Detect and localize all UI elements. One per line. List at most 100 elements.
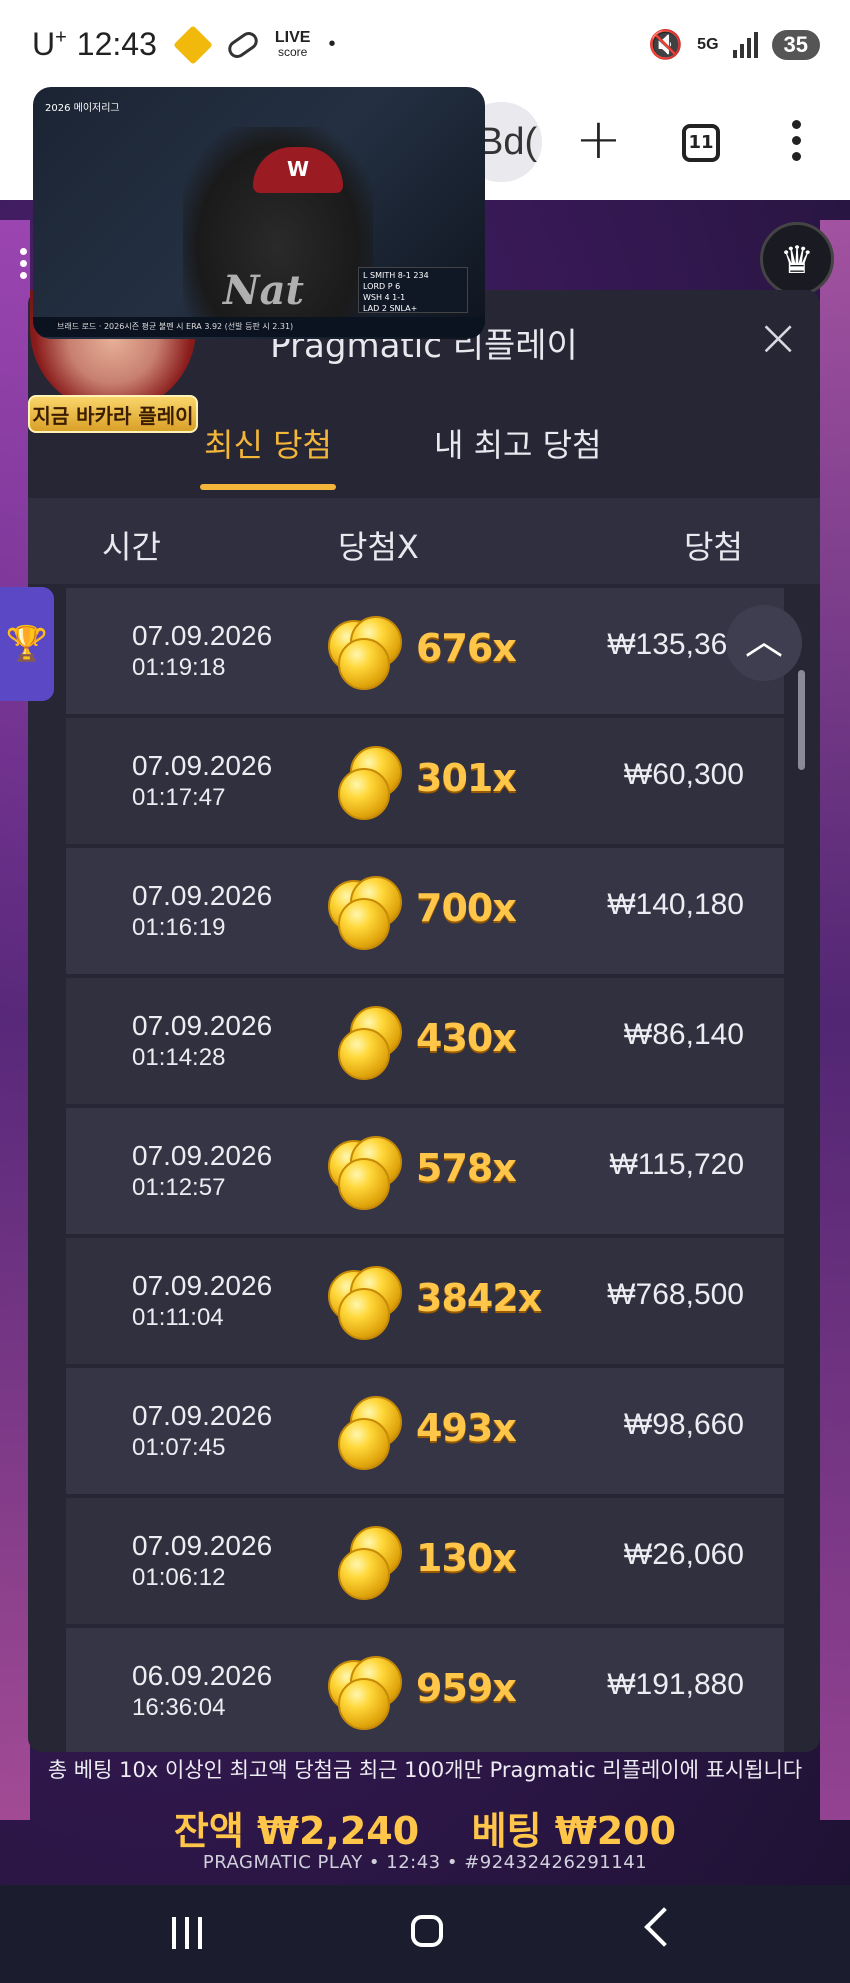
mute-icon: 🔇 [648,29,684,60]
background-glow-left [0,220,30,1820]
back-button[interactable] [644,1907,684,1947]
row-time: 01:14:28 [132,1044,226,1071]
table-row[interactable]: 06.09.2026 16:36:04 959x ₩191,880 [66,1628,784,1752]
pip-video[interactable]: 2026 메이저리그 W Nat L SMITH 8-1 234 LORD P … [33,87,485,339]
video-title: 2026 메이저리그 [45,103,120,114]
column-multiplier: 당첨X [338,528,419,566]
row-time: 01:07:45 [132,1434,226,1461]
row-date: 07.09.2026 [132,620,273,651]
table-row[interactable]: 07.09.2026 01:14:28 430x ₩86,140 [66,978,784,1104]
column-win: 당첨 [684,528,743,566]
row-time: 01:17:47 [132,784,226,811]
row-multiplier: 3842x [416,1276,542,1320]
bet-label: 베팅 [471,1809,542,1853]
table-row[interactable]: 07.09.2026 01:19:18 676x ₩135,360 [66,588,784,714]
system-navbar [0,1885,850,1983]
row-multiplier: 700x [416,886,517,930]
row-time: 01:19:18 [132,654,226,681]
row-date: 07.09.2026 [132,1010,273,1041]
row-date: 07.09.2026 [132,750,273,781]
new-tab-button[interactable]: + [575,110,622,170]
row-win: ₩191,880 [607,1668,744,1701]
row-win: ₩135,360 [607,628,744,661]
balance-bar: 잔액 ₩2,240 베팅 ₩200 [0,1800,850,1855]
row-multiplier: 130x [416,1536,517,1580]
row-multiplier: 493x [416,1406,517,1450]
trophy-icon[interactable]: 🏆 [0,587,54,701]
status-bar: U+ 12:43 LIVE score • 🔇 5G 35 [0,0,850,90]
row-multiplier: 578x [416,1146,517,1190]
row-time: 01:06:12 [132,1564,226,1591]
list-scrollbar[interactable] [798,670,805,770]
pill-icon [224,27,262,62]
scroll-to-top-button[interactable]: ︿ [726,605,802,681]
table-row[interactable]: 07.09.2026 01:11:04 3842x ₩768,500 [66,1238,784,1364]
row-win: ₩98,660 [623,1408,744,1441]
table-row[interactable]: 07.09.2026 01:16:19 700x ₩140,180 [66,848,784,974]
row-date: 07.09.2026 [132,1530,273,1561]
row-date: 06.09.2026 [132,1660,273,1691]
row-win: ₩115,720 [609,1148,744,1181]
coins-icon [324,876,408,952]
coins-icon [324,1006,408,1082]
replay-popup: Pragmatic 리플레이 × 최신 당첨 내 최고 당첨 시간 당첨X 당첨… [28,290,820,1752]
battery-indicator: 35 [771,29,820,60]
carrier-label: U+ [32,26,67,62]
recents-button[interactable] [172,1917,202,1949]
tab-my-best-wins[interactable]: 내 최고 당첨 [434,420,602,490]
row-time: 01:12:57 [132,1174,226,1201]
row-win: ₩768,500 [607,1278,744,1311]
table-row[interactable]: 07.09.2026 01:12:57 578x ₩115,720 [66,1108,784,1234]
play-baccarat-badge[interactable]: 지금 바카라 플레이 [28,395,198,433]
replay-notice: 총 베팅 10x 이상인 최고액 당첨금 최근 100개만 Pragmatic … [47,1758,803,1782]
table-header: 시간 당첨X 당첨 [28,498,820,584]
tab-count-button[interactable]: 11 [682,124,720,162]
bet-value: ₩200 [554,1809,677,1853]
home-button[interactable] [411,1915,443,1947]
binance-icon [173,24,213,65]
coins-icon [324,1656,408,1732]
background-glow-right [820,220,850,1820]
row-win: ₩60,300 [623,758,744,791]
close-icon[interactable]: × [756,312,800,364]
network-type: 5G [697,35,719,53]
row-win: ₩140,180 [607,888,744,921]
table-row[interactable]: 07.09.2026 01:07:45 493x ₩98,660 [66,1368,784,1494]
column-time: 시간 [102,528,161,566]
scoreboard: L SMITH 8-1 234 LORD P 6 WSH 4 1-1 LAD 2… [358,267,468,313]
coins-icon [324,746,408,822]
coins-icon [324,1396,408,1472]
balance-value: ₩2,240 [257,1809,420,1853]
player-jersey: Nat [223,267,304,314]
row-multiplier: 676x [416,626,517,670]
overflow-menu-icon[interactable] [792,120,804,161]
status-right: 🔇 5G 35 [648,28,820,61]
row-date: 07.09.2026 [132,1270,273,1301]
row-time: 16:36:04 [132,1694,226,1721]
wins-list: 07.09.2026 01:19:18 676x ₩135,360 07.09.… [66,588,784,1752]
coin-stack-icon [324,1266,408,1342]
row-win: ₩86,140 [623,1018,744,1051]
coins-icon [324,1136,408,1212]
row-multiplier: 959x [416,1666,517,1710]
game-menu-icon[interactable] [20,248,27,279]
video-ticker: 브래드 로드 · 2026시즌 평균 불펜 시 ERA 3.92 (선발 등판 … [33,317,485,337]
row-win: ₩26,060 [623,1538,744,1571]
tab-latest-wins[interactable]: 최신 당첨 [200,420,336,490]
row-date: 07.09.2026 [132,1140,273,1171]
row-date: 07.09.2026 [132,880,273,911]
balance-label: 잔액 [173,1809,244,1853]
row-multiplier: 301x [416,756,517,800]
coins-icon [324,1526,408,1602]
coins-icon [324,616,408,692]
clock: 12:43 [76,26,157,62]
row-multiplier: 430x [416,1016,517,1060]
signal-icon [732,31,758,58]
status-left: U+ 12:43 LIVE score • [32,24,335,65]
pragmatic-logo-icon[interactable]: ♛ [760,222,834,296]
table-row[interactable]: 07.09.2026 01:17:47 301x ₩60,300 [66,718,784,844]
row-date: 07.09.2026 [132,1400,273,1431]
livescore-icon: LIVE score [274,28,311,59]
provider-line: PRAGMATIC PLAY • 12:43 • #92432426291141 [202,1852,648,1873]
table-row[interactable]: 07.09.2026 01:06:12 130x ₩26,060 [66,1498,784,1624]
